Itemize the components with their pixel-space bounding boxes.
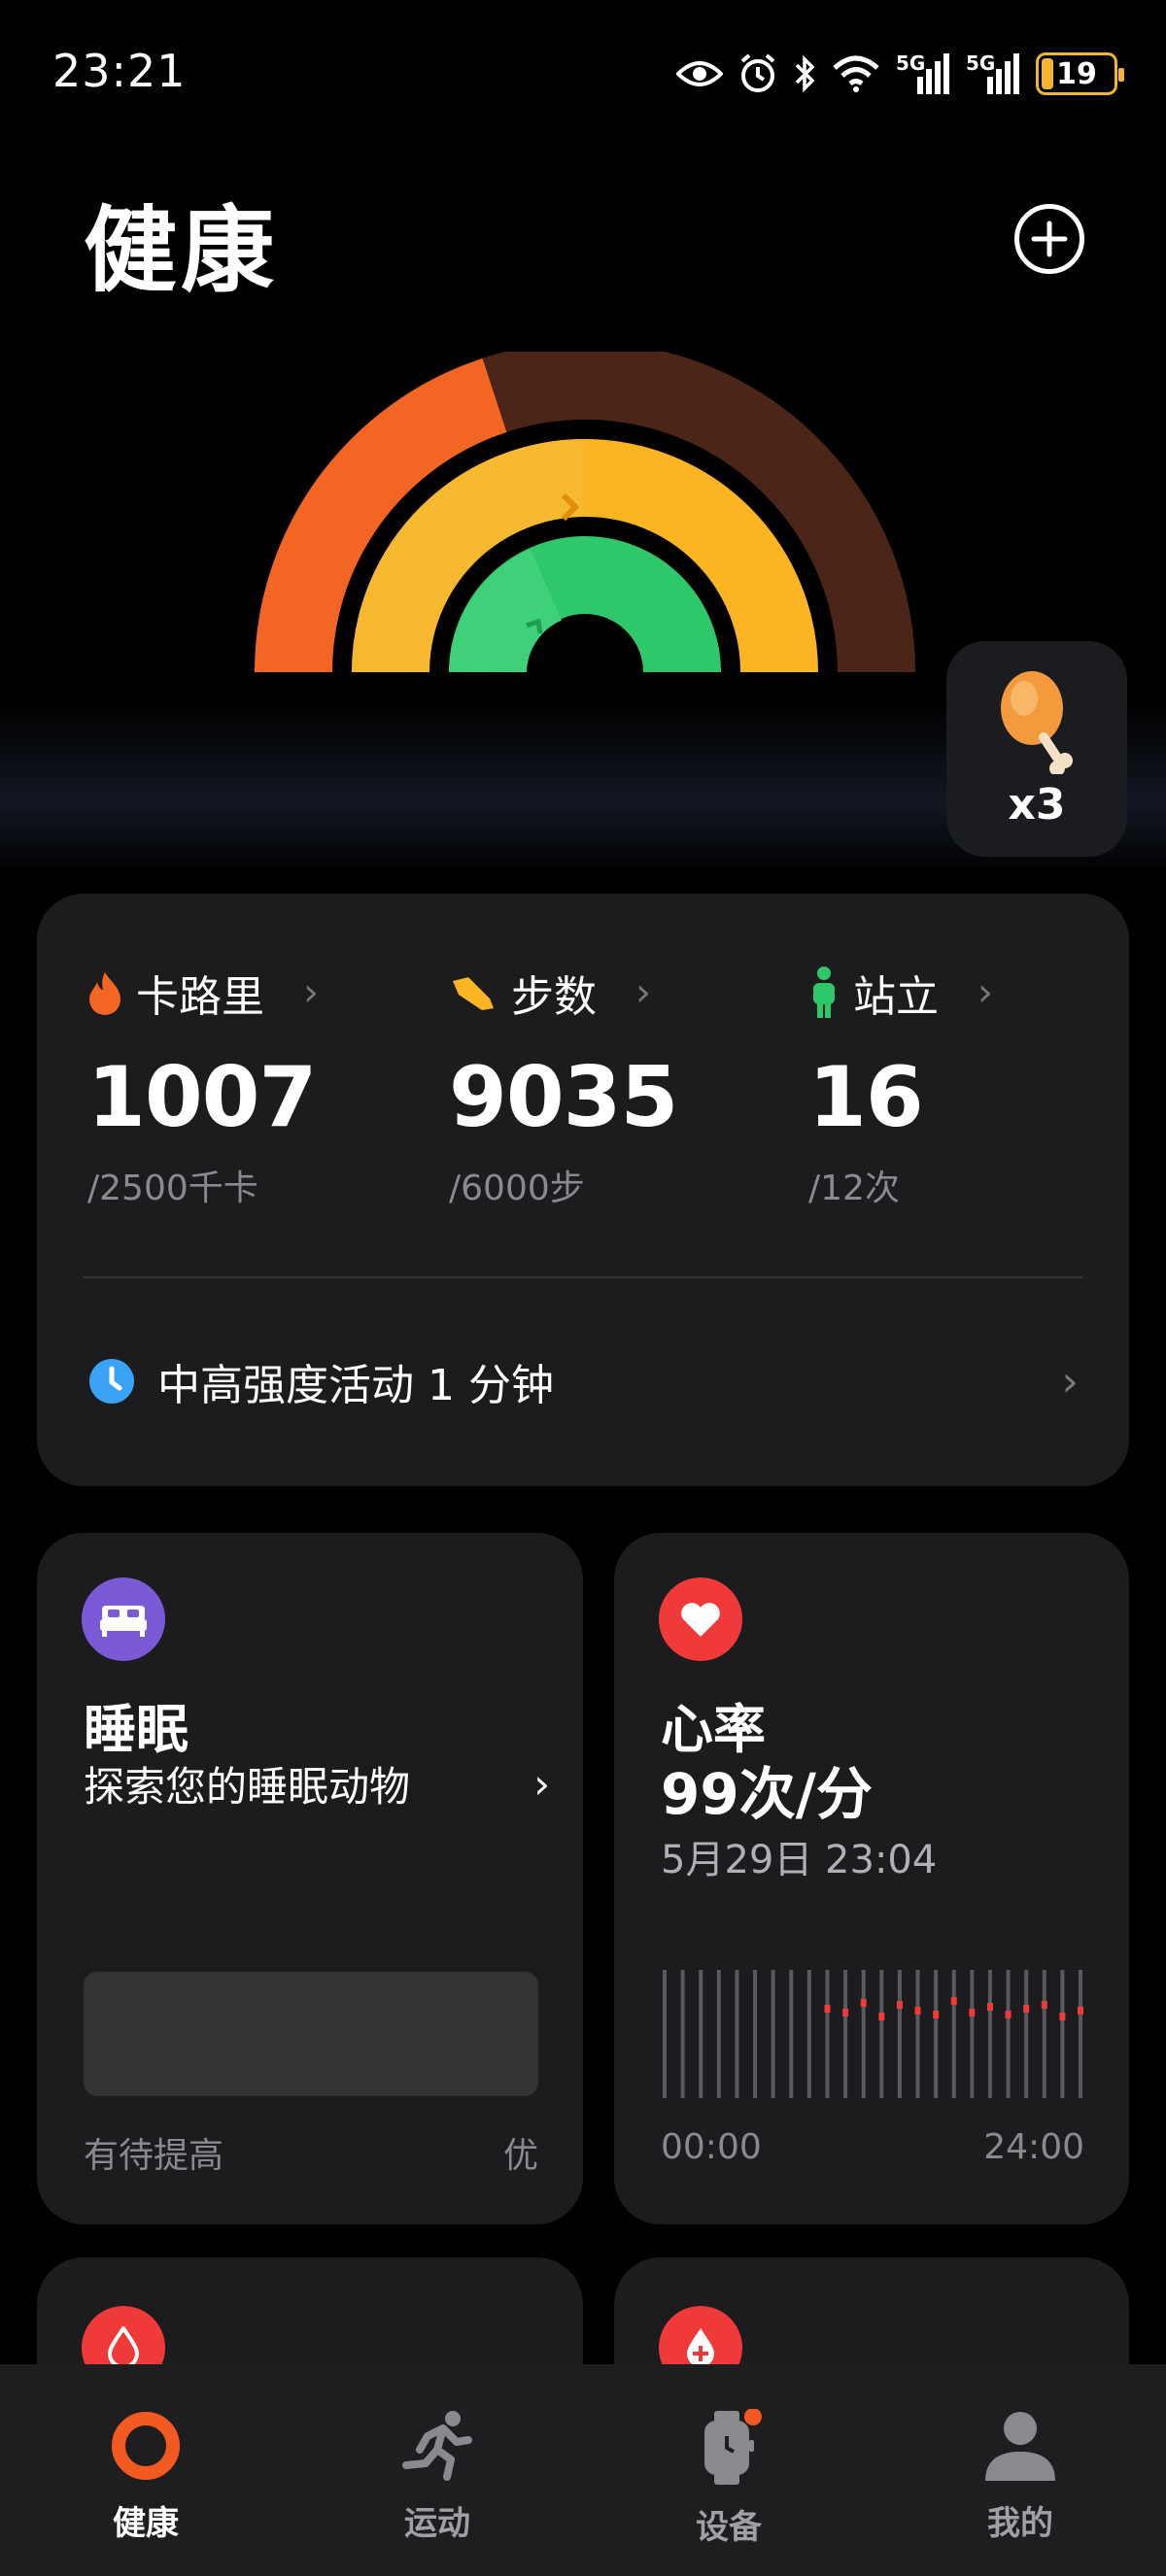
nav-exercise[interactable]: 运动: [292, 2364, 583, 2576]
signal-2: 5G: [966, 51, 1020, 94]
heart-icon-circle: [659, 1577, 742, 1661]
status-bar: 23:21 5G 5G 19: [0, 0, 1166, 146]
chevron-right-icon: ›: [533, 1760, 550, 1808]
heart-chart-marker: [950, 1997, 957, 2005]
bluetooth-icon: [795, 54, 815, 93]
heart-rate-chart: [663, 1970, 1083, 2098]
sleep-scale-high: 优: [502, 2136, 538, 2176]
metric-calories-label: 卡路里: [136, 972, 264, 1022]
heart-chart-marker: [824, 2005, 831, 2013]
shoe-icon: [453, 977, 494, 1010]
nav-me-label: 我的: [987, 2504, 1053, 2543]
drop-plus-icon: [687, 2328, 714, 2367]
heart-icon: [681, 1603, 720, 1637]
signal-1: 5G: [896, 51, 950, 94]
nav-me[interactable]: 我的: [874, 2364, 1166, 2576]
heart-rate-time: 5月29日 23:04: [661, 1838, 938, 1882]
heart-chart-marker: [1078, 2007, 1083, 2015]
heart-rate-card[interactable]: 心率 99次/分 5月29日 23:04 00:00 24:00: [614, 1533, 1129, 2224]
flame-icon: [89, 972, 120, 1015]
divider: [84, 1276, 1082, 1278]
watch-icon: [704, 2409, 762, 2485]
status-time: 23:21: [52, 45, 187, 97]
metric-stand-value: 16: [808, 1049, 924, 1146]
metric-stand-label: 站立: [853, 972, 939, 1022]
chevron-right-icon: ›: [1061, 1356, 1079, 1407]
standing-person-icon: [813, 966, 835, 1018]
plus-icon: [1031, 220, 1068, 257]
metric-steps-goal: /6000步: [449, 1169, 585, 1208]
sleep-subtitle-row[interactable]: 探索您的睡眠动物 ›: [84, 1754, 550, 1813]
metric-calories-value: 1007: [87, 1049, 317, 1146]
metric-calories[interactable]: 卡路里 › 1007 /2500千卡: [87, 962, 319, 1210]
heart-chart-marker: [1023, 2005, 1030, 2013]
metric-steps-value: 9035: [449, 1049, 678, 1146]
health-ring-icon: [112, 2412, 180, 2480]
intensity-row[interactable]: 中高强度活动 1 分钟 ›: [87, 1350, 1079, 1412]
sleep-icon-circle: [82, 1577, 165, 1661]
reward-badge[interactable]: x3: [946, 641, 1127, 857]
activity-card: 卡路里 › 1007 /2500千卡 步数 › 9035 /6000步 站立 ›…: [37, 894, 1129, 1486]
add-button[interactable]: [1014, 204, 1084, 274]
heart-chart-marker: [1005, 2011, 1012, 2018]
sleep-scale-low: 有待提高: [84, 2136, 224, 2176]
running-icon: [402, 2411, 472, 2481]
heart-chart-marker: [842, 2009, 849, 2017]
drop-icon: [107, 2326, 140, 2369]
wifi-icon: [833, 55, 879, 92]
metric-calories-goal: /2500千卡: [87, 1169, 258, 1208]
clock-icon: [89, 1359, 134, 1404]
nav-health[interactable]: 健康: [0, 2364, 292, 2576]
eye-icon: [676, 61, 723, 86]
metric-stand-goal: /12次: [808, 1169, 900, 1208]
heart-chart-marker: [860, 1999, 867, 2007]
sleep-subtitle: 探索您的睡眠动物: [84, 1763, 411, 1811]
heart-chart-marker: [914, 2007, 921, 2015]
nav-device-label: 设备: [696, 2508, 762, 2547]
chevron-right-icon: ›: [303, 970, 319, 1015]
alarm-icon: [740, 53, 775, 92]
activity-rings[interactable]: [255, 352, 915, 692]
heart-chart-marker: [969, 2009, 976, 2017]
sleep-score-bar: [84, 1972, 538, 2096]
network-type-1: 5G: [896, 51, 926, 75]
nav-exercise-label: 运动: [404, 2504, 470, 2543]
heart-rate-value: 99次/分: [661, 1761, 873, 1827]
chevron-right-icon: ›: [635, 970, 651, 1015]
sleep-title: 睡眠: [84, 1699, 189, 1760]
status-icons: 5G 5G 19: [676, 49, 1124, 99]
sleep-card[interactable]: 睡眠 探索您的睡眠动物 › 有待提高 优: [37, 1533, 583, 2224]
chicken-leg-icon: [1001, 671, 1073, 774]
person-icon: [985, 2412, 1055, 2481]
heart-chart-marker: [986, 2003, 993, 2011]
bed-icon: [100, 1606, 147, 1637]
bottom-nav: 健康 运动 设备 我的: [0, 2364, 1166, 2576]
intensity-text: 中高强度活动 1 分钟: [157, 1361, 554, 1410]
battery-level: 19: [1056, 56, 1097, 91]
metric-steps-label: 步数: [511, 972, 597, 1022]
heart-chart-marker: [896, 2001, 903, 2009]
page-title: 健康: [84, 196, 278, 305]
reward-count: x3: [1008, 780, 1066, 830]
network-type-2: 5G: [966, 51, 996, 75]
chevron-right-icon: ›: [977, 970, 993, 1015]
heart-chart-marker: [1059, 2013, 1066, 2020]
heart-axis-start: 00:00: [661, 2127, 762, 2167]
heart-chart-marker: [878, 2013, 885, 2020]
heart-axis-end: 24:00: [983, 2127, 1084, 2167]
battery-icon: 19: [1036, 52, 1124, 95]
heart-chart-marker: [1041, 2001, 1047, 2009]
metric-stand[interactable]: 站立 › 16 /12次: [808, 962, 993, 1210]
nav-health-label: 健康: [113, 2504, 179, 2543]
heart-chart-marker: [933, 2011, 940, 2018]
metric-steps[interactable]: 步数 › 9035 /6000步: [449, 962, 678, 1210]
nav-device[interactable]: 设备: [583, 2364, 874, 2576]
